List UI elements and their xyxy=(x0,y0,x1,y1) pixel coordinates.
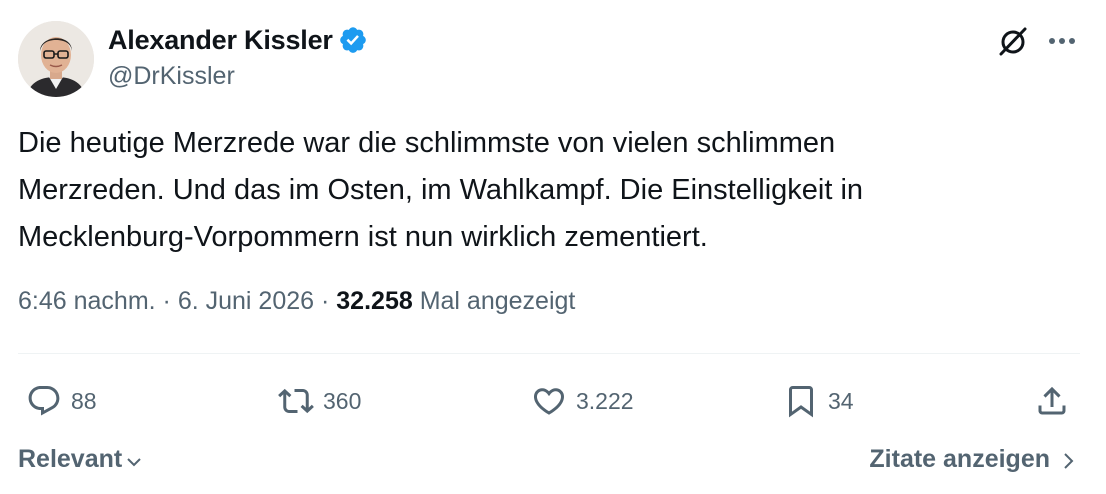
repost-count: 360 xyxy=(323,387,362,414)
grok-button[interactable] xyxy=(996,24,1030,58)
verified-badge-icon xyxy=(339,27,366,53)
like-count: 3.222 xyxy=(576,387,634,414)
sort-dropdown[interactable]: Relevant xyxy=(18,445,144,474)
tweet-card: Alexander Kissler @DrKissler Die heutige… xyxy=(0,0,1106,494)
grok-icon xyxy=(999,27,1027,56)
views-count: 32.258 xyxy=(336,287,413,315)
tweet-time[interactable]: 6:46 nachm. xyxy=(18,287,156,315)
chevron-down-icon xyxy=(127,457,141,466)
like-button[interactable]: 3.222 xyxy=(531,382,634,420)
more-icon xyxy=(1049,38,1075,44)
repost-icon xyxy=(278,388,314,414)
bookmark-icon xyxy=(789,386,813,418)
share-icon xyxy=(1038,386,1066,415)
meta-separator: · xyxy=(321,287,330,315)
reply-button[interactable]: 88 xyxy=(26,382,97,420)
more-button[interactable] xyxy=(1044,24,1080,58)
tweet-text-line: Merzreden. Und das im Osten, im Wahlkamp… xyxy=(18,174,864,206)
repost-button[interactable]: 360 xyxy=(278,382,361,420)
avatar[interactable] xyxy=(18,21,94,97)
reply-icon xyxy=(28,386,60,416)
author-handle[interactable]: @DrKissler xyxy=(108,62,235,91)
tweet-text: Die heutige Merzrede war die schlimmste … xyxy=(18,120,1088,261)
quotes-label: Zitate anzeigen xyxy=(869,445,1050,473)
meta-separator: · xyxy=(162,287,171,315)
tweet-meta: 6:46 nachm. · 6. Juni 2026 · 32.258 Mal … xyxy=(18,287,575,316)
view-quotes-link[interactable]: Zitate anzeigen xyxy=(869,445,1078,474)
bookmark-count: 34 xyxy=(828,387,854,414)
bookmark-button[interactable]: 34 xyxy=(783,382,854,420)
author-display-name[interactable]: Alexander Kissler xyxy=(108,25,333,56)
views-label: Mal angezeigt xyxy=(419,287,576,315)
tweet-text-line: Mecklenburg-Vorpommern ist nun wirklich … xyxy=(18,221,708,253)
heart-icon xyxy=(533,388,565,415)
sort-label: Relevant xyxy=(18,445,123,473)
divider xyxy=(18,353,1080,354)
tweet-text-line: Die heutige Merzrede war die schlimmste … xyxy=(18,127,836,159)
avatar-portrait xyxy=(18,21,94,97)
chevron-right-icon xyxy=(1064,452,1074,469)
reply-count: 88 xyxy=(71,387,97,414)
author-name-row[interactable]: Alexander Kissler xyxy=(108,22,368,58)
tweet-date[interactable]: 6. Juni 2026 xyxy=(178,287,314,315)
share-button[interactable] xyxy=(1034,382,1070,420)
